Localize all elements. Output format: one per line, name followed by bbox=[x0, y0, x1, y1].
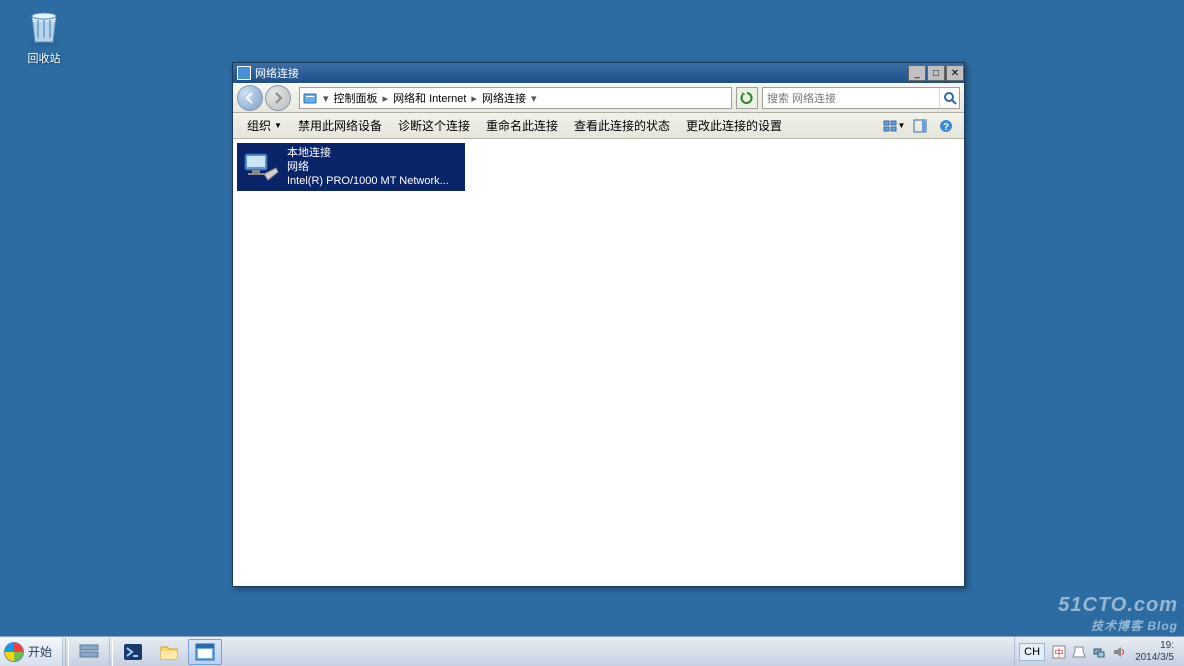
forward-button[interactable] bbox=[265, 85, 291, 111]
view-icon bbox=[883, 119, 897, 133]
svg-text:中: 中 bbox=[1055, 647, 1064, 658]
taskbar-app-network-connections[interactable] bbox=[188, 639, 222, 665]
breadcrumb-network-internet[interactable]: 网络和 Internet bbox=[391, 90, 468, 106]
content-area[interactable]: 本地连接 网络 Intel(R) PRO/1000 MT Network... bbox=[233, 139, 964, 586]
tray-action-center-icon[interactable] bbox=[1071, 644, 1087, 660]
connection-device: Intel(R) PRO/1000 MT Network... bbox=[287, 174, 457, 188]
tray-date: 2014/3/5 bbox=[1135, 652, 1174, 664]
back-arrow-icon bbox=[244, 92, 256, 104]
recycle-bin-icon bbox=[23, 6, 65, 48]
server-manager-icon bbox=[78, 642, 100, 662]
toolbar: 组织 ▼ 禁用此网络设备 诊断这个连接 重命名此连接 查看此连接的状态 更改此连… bbox=[233, 113, 964, 139]
forward-arrow-icon bbox=[272, 92, 284, 104]
powershell-icon bbox=[122, 642, 144, 662]
breadcrumb-control-panel[interactable]: 控制面板 bbox=[332, 90, 380, 106]
breadcrumb-separator: ▾ bbox=[320, 92, 332, 105]
breadcrumb-network-connections[interactable]: 网络连接 bbox=[480, 90, 528, 106]
connection-text: 本地连接 网络 Intel(R) PRO/1000 MT Network... bbox=[287, 146, 457, 188]
recycle-bin-label: 回收站 bbox=[14, 50, 74, 66]
minimize-button[interactable]: _ bbox=[908, 65, 926, 81]
connection-status: 网络 bbox=[287, 160, 457, 174]
tray-network-icon[interactable] bbox=[1091, 644, 1107, 660]
search-icon bbox=[943, 91, 957, 105]
change-settings-button[interactable]: 更改此连接的设置 bbox=[678, 115, 790, 136]
tray-clock[interactable]: 19: 2014/3/5 bbox=[1129, 640, 1180, 664]
network-window-icon bbox=[194, 642, 216, 662]
titlebar[interactable]: 网络连接 _ □ ✕ bbox=[233, 63, 964, 83]
breadcrumb-icon bbox=[302, 90, 318, 106]
search-button[interactable] bbox=[939, 88, 959, 108]
diagnose-connection-button[interactable]: 诊断这个连接 bbox=[390, 115, 478, 136]
window-title: 网络连接 bbox=[255, 65, 299, 81]
taskbar-divider bbox=[65, 638, 69, 666]
breadcrumb-separator: ▸ bbox=[468, 92, 480, 105]
help-button[interactable]: ? bbox=[934, 116, 958, 136]
language-indicator[interactable]: CH bbox=[1019, 643, 1045, 661]
dropdown-caret-icon: ▼ bbox=[898, 121, 906, 130]
window-icon bbox=[237, 66, 251, 80]
start-label: 开始 bbox=[28, 643, 52, 660]
tray-ime-icon[interactable]: 中 bbox=[1051, 644, 1067, 660]
view-status-button[interactable]: 查看此连接的状态 bbox=[566, 115, 678, 136]
maximize-button[interactable]: □ bbox=[927, 65, 945, 81]
refresh-button[interactable] bbox=[736, 87, 758, 109]
taskbar-pinned-powershell[interactable] bbox=[116, 639, 150, 665]
refresh-icon bbox=[740, 91, 754, 105]
taskbar-pinned-server-manager[interactable] bbox=[72, 639, 106, 665]
search-box[interactable] bbox=[762, 87, 960, 109]
rename-connection-button[interactable]: 重命名此连接 bbox=[478, 115, 566, 136]
preview-pane-icon bbox=[913, 119, 927, 133]
close-button[interactable]: ✕ bbox=[946, 65, 964, 81]
network-connections-window: 网络连接 _ □ ✕ ▾ 控制面板 ▸ 网络和 Internet ▸ 网络连接 … bbox=[232, 62, 965, 587]
tray-volume-icon[interactable] bbox=[1111, 644, 1127, 660]
disable-device-button[interactable]: 禁用此网络设备 bbox=[290, 115, 390, 136]
svg-text:?: ? bbox=[943, 122, 949, 133]
breadcrumb[interactable]: ▾ 控制面板 ▸ 网络和 Internet ▸ 网络连接 ▾ bbox=[299, 87, 732, 109]
help-icon: ? bbox=[939, 119, 953, 133]
breadcrumb-separator: ▾ bbox=[528, 92, 540, 105]
watermark: 51CTO.com 技术博客 Blog bbox=[1058, 594, 1178, 634]
organize-menu[interactable]: 组织 ▼ bbox=[239, 115, 290, 136]
connection-name: 本地连接 bbox=[287, 146, 457, 160]
search-input[interactable] bbox=[763, 92, 939, 104]
preview-pane-button[interactable] bbox=[908, 116, 932, 136]
back-button[interactable] bbox=[237, 85, 263, 111]
watermark-main: 51CTO.com bbox=[1058, 594, 1178, 616]
connection-item-local[interactable]: 本地连接 网络 Intel(R) PRO/1000 MT Network... bbox=[237, 143, 465, 191]
recycle-bin[interactable]: 回收站 bbox=[14, 6, 74, 66]
start-orb-icon bbox=[4, 642, 24, 662]
breadcrumb-separator: ▸ bbox=[380, 92, 392, 105]
dropdown-caret-icon: ▼ bbox=[274, 121, 282, 130]
navbar: ▾ 控制面板 ▸ 网络和 Internet ▸ 网络连接 ▾ bbox=[233, 83, 964, 113]
explorer-icon bbox=[158, 642, 180, 662]
taskbar-pinned-explorer[interactable] bbox=[152, 639, 186, 665]
start-button[interactable]: 开始 bbox=[0, 638, 63, 666]
system-tray: CH 中 19: 2014/3/5 bbox=[1014, 637, 1184, 666]
organize-label: 组织 bbox=[247, 117, 271, 134]
taskbar-divider bbox=[109, 638, 113, 666]
watermark-sub: 技术博客 Blog bbox=[1058, 617, 1178, 634]
view-options-button[interactable]: ▼ bbox=[882, 116, 906, 136]
tray-time: 19: bbox=[1135, 640, 1174, 652]
network-adapter-icon bbox=[241, 147, 281, 187]
taskbar: 开始 CH 中 bbox=[0, 636, 1184, 666]
